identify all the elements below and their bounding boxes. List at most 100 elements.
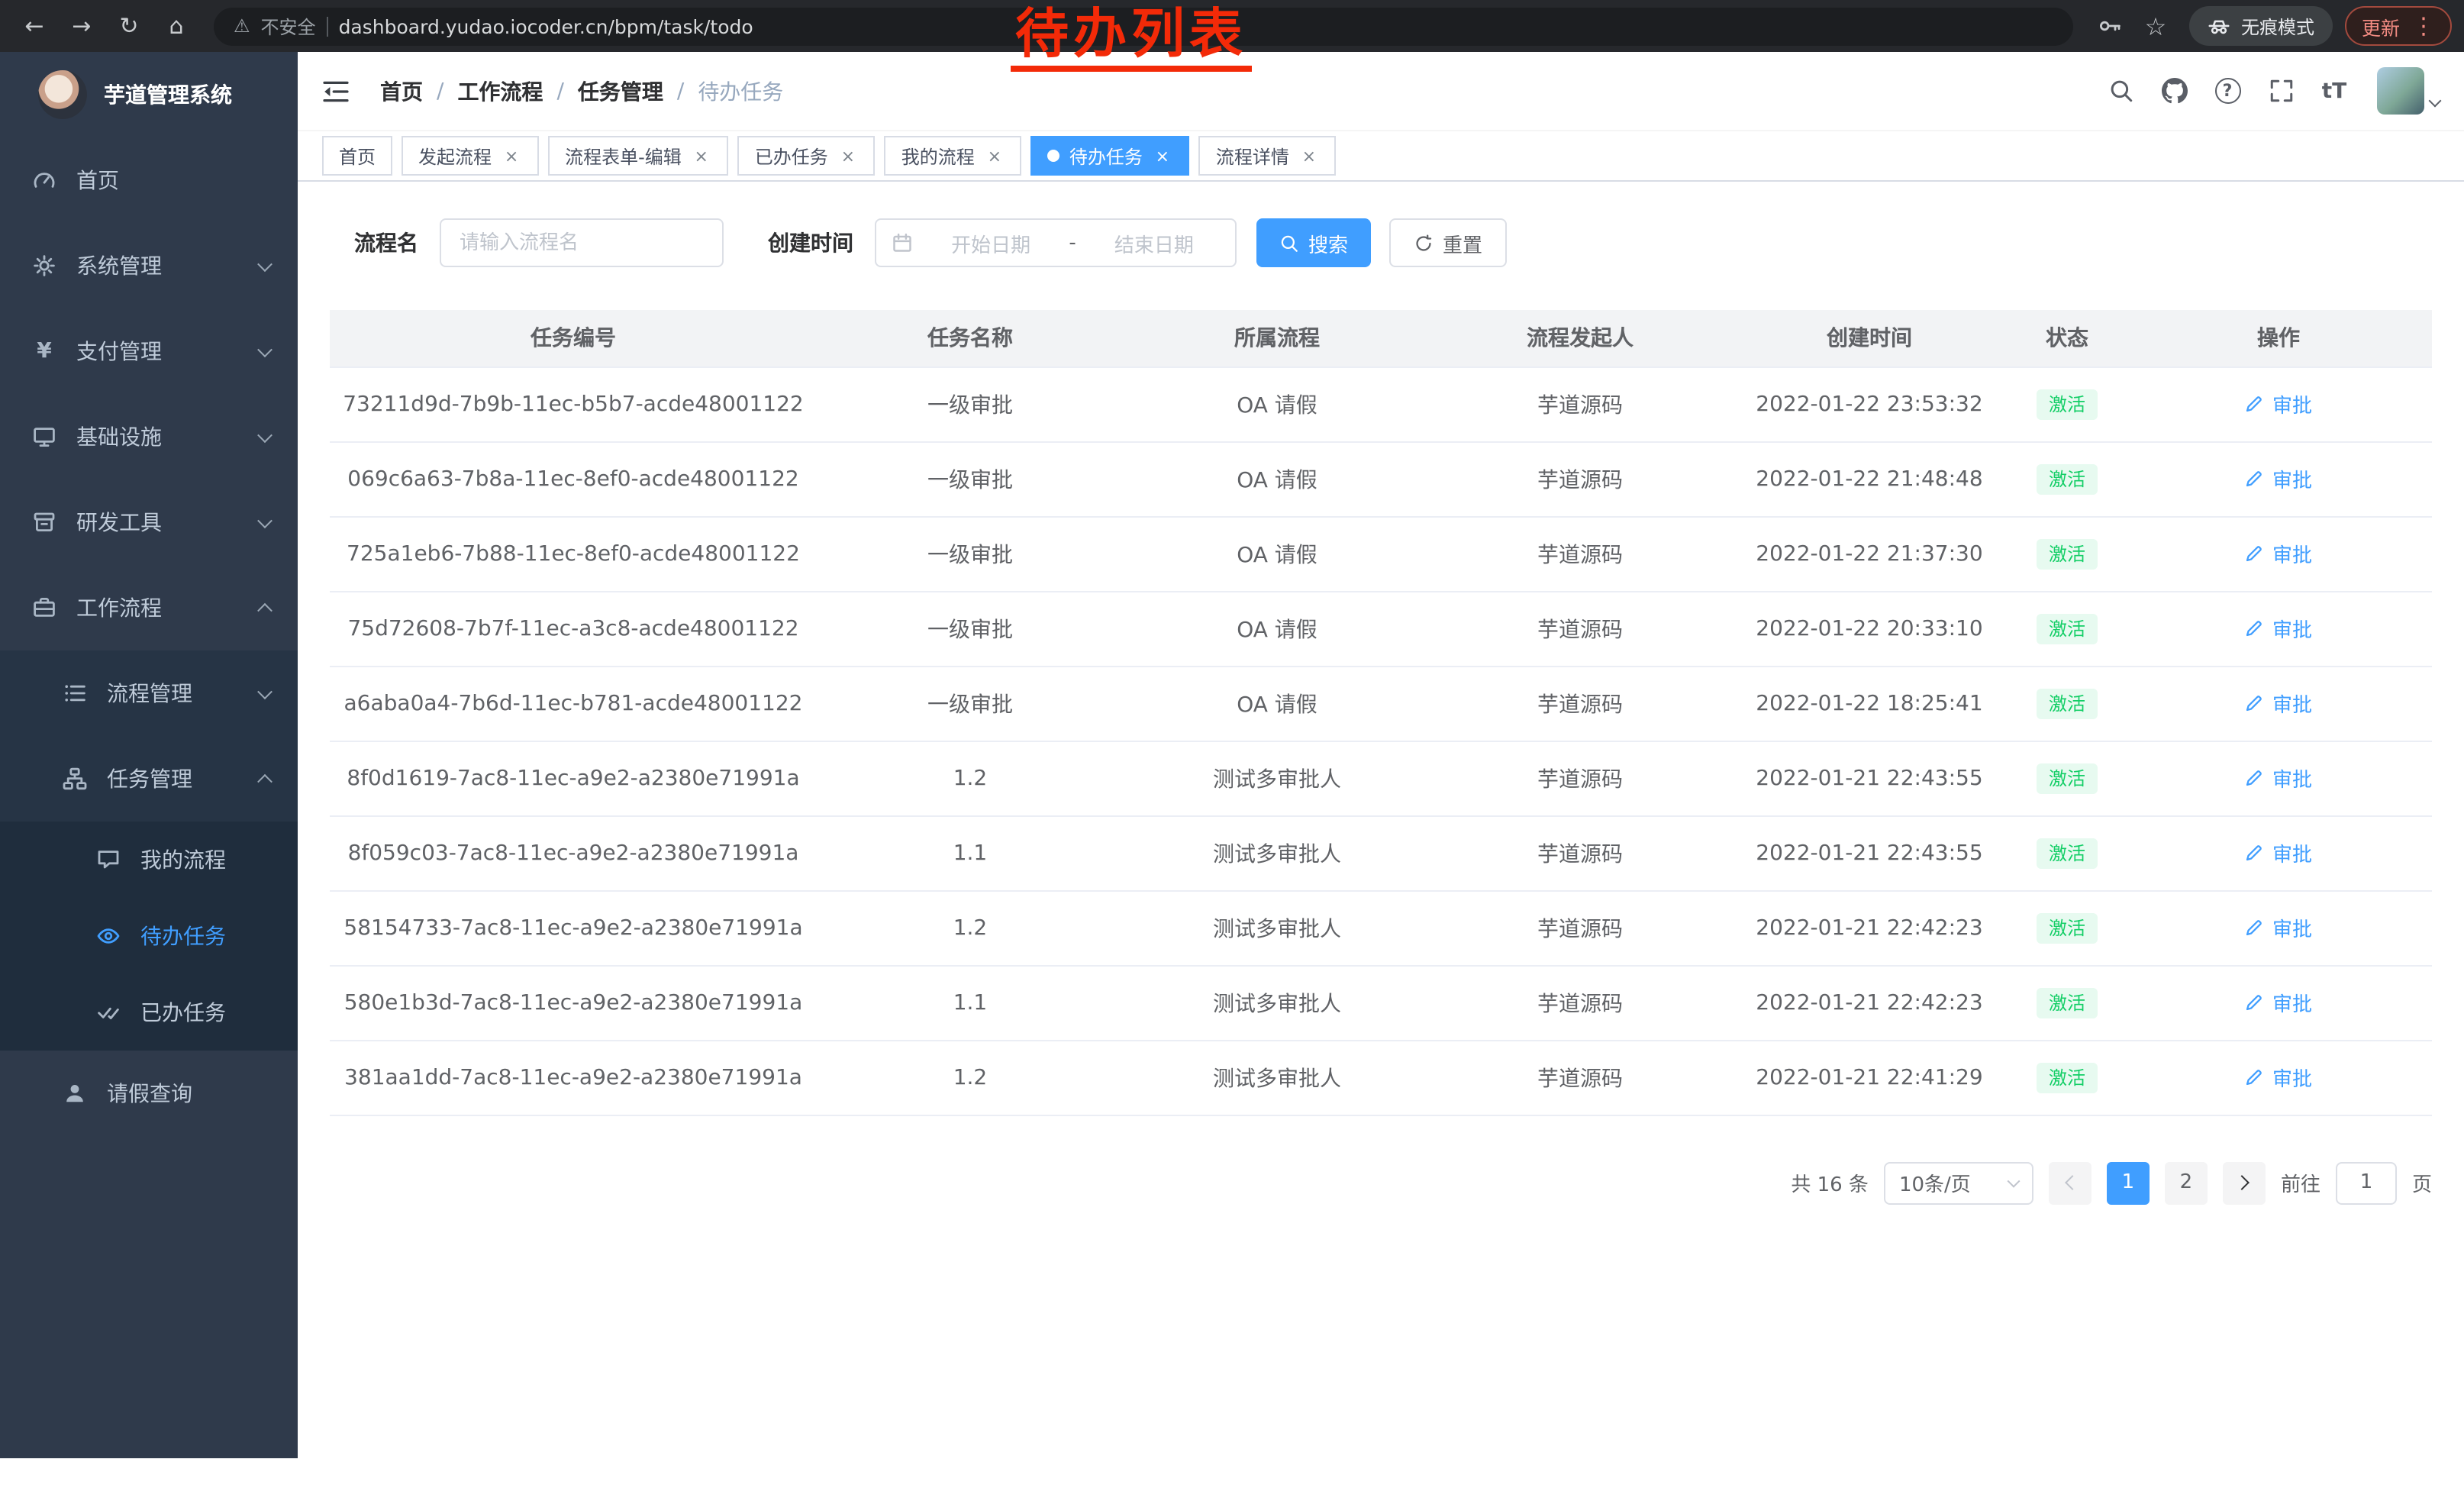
tab-my-process[interactable]: 我的流程 bbox=[885, 136, 1022, 176]
approve-link[interactable]: 审批 bbox=[2245, 613, 2312, 642]
date-range-picker[interactable]: 开始日期 - 结束日期 bbox=[875, 218, 1237, 267]
breadcrumb-item[interactable]: 工作流程 bbox=[457, 76, 543, 106]
edit-icon bbox=[2245, 468, 2265, 488]
avatar[interactable] bbox=[2377, 67, 2424, 115]
next-page-button[interactable] bbox=[2223, 1161, 2266, 1204]
bottom-strip bbox=[0, 1458, 2464, 1501]
status-badge: 激活 bbox=[2037, 463, 2098, 494]
sidebar-item-system[interactable]: 系统管理 bbox=[0, 223, 298, 308]
status-badge: 激活 bbox=[2037, 1062, 2098, 1093]
browser-home-icon[interactable] bbox=[154, 4, 198, 48]
sidebar-item-process-mgmt[interactable]: 流程管理 bbox=[0, 650, 298, 736]
table-row: 8f0d1619-7ac8-11ec-a9e2-a2380e71991a 1.2… bbox=[330, 741, 2432, 815]
breadcrumb-item[interactable]: 首页 bbox=[380, 76, 423, 106]
sidebar-item-todo-tasks[interactable]: 待办任务 bbox=[0, 898, 298, 974]
tab-todo-tasks[interactable]: 待办任务 bbox=[1031, 136, 1190, 176]
search-icon[interactable] bbox=[2101, 71, 2140, 111]
task-id-cell: 73211d9d-7b9b-11ec-b5b7-acde48001122 bbox=[330, 366, 817, 441]
github-icon[interactable] bbox=[2154, 71, 2194, 111]
approve-link[interactable]: 审批 bbox=[2245, 389, 2312, 418]
sidebar-item-my-process[interactable]: 我的流程 bbox=[0, 822, 298, 898]
approve-link[interactable]: 审批 bbox=[2245, 688, 2312, 717]
approve-link[interactable]: 审批 bbox=[2245, 987, 2312, 1016]
approve-link[interactable]: 审批 bbox=[2245, 912, 2312, 941]
user-menu[interactable] bbox=[2377, 67, 2440, 115]
sidebar-item-leave-query[interactable]: 请假查询 bbox=[0, 1051, 298, 1136]
tab-process-detail[interactable]: 流程详情 bbox=[1199, 136, 1337, 176]
font-size-icon[interactable] bbox=[2314, 71, 2354, 111]
chevron-down-icon bbox=[257, 256, 273, 271]
help-icon[interactable] bbox=[2208, 71, 2247, 111]
chevron-down-icon bbox=[257, 427, 273, 442]
briefcase-icon bbox=[31, 596, 58, 620]
breadcrumb-item[interactable]: 任务管理 bbox=[578, 76, 663, 106]
sidebar-item-devtools[interactable]: 研发工具 bbox=[0, 479, 298, 565]
bookmark-star-icon[interactable] bbox=[2134, 5, 2177, 47]
incognito-label: 无痕模式 bbox=[2241, 13, 2314, 39]
yen-icon: ¥ bbox=[31, 339, 58, 363]
browser-update-button[interactable]: 更新 bbox=[2345, 6, 2452, 46]
goto-page-input[interactable] bbox=[2336, 1161, 2397, 1204]
close-icon[interactable] bbox=[501, 145, 522, 166]
sidebar-item-payment[interactable]: ¥ 支付管理 bbox=[0, 308, 298, 394]
sidebar-item-label: 请假查询 bbox=[107, 1078, 192, 1109]
page-button-2[interactable]: 2 bbox=[2165, 1161, 2208, 1204]
password-key-icon[interactable] bbox=[2088, 5, 2131, 47]
table-header-row: 任务编号任务名称所属流程流程发起人创建时间状态操作 bbox=[330, 310, 2432, 366]
search-button[interactable]: 搜索 bbox=[1256, 218, 1371, 267]
tab-done-tasks[interactable]: 已办任务 bbox=[738, 136, 876, 176]
app-logo[interactable]: 芋道管理系统 bbox=[0, 52, 298, 137]
sidebar-item-infra[interactable]: 基础设施 bbox=[0, 394, 298, 479]
sidebar-item-task-mgmt[interactable]: 任务管理 bbox=[0, 736, 298, 822]
approve-link[interactable]: 审批 bbox=[2245, 763, 2312, 792]
reset-button[interactable]: 重置 bbox=[1389, 218, 1507, 267]
browser-menu-icon[interactable] bbox=[2412, 12, 2435, 40]
create-time-cell: 2022-01-22 21:37:30 bbox=[1730, 516, 2009, 591]
sidebar-item-home[interactable]: 首页 bbox=[0, 137, 298, 223]
process-cell: OA 请假 bbox=[1124, 666, 1430, 741]
tab-start-process[interactable]: 发起流程 bbox=[402, 136, 539, 176]
approve-label: 审批 bbox=[2272, 912, 2312, 941]
initiator-cell: 芋道源码 bbox=[1430, 516, 1730, 591]
edit-icon bbox=[2245, 692, 2265, 712]
page-button-1[interactable]: 1 bbox=[2107, 1161, 2150, 1204]
browser-back-icon[interactable] bbox=[12, 4, 56, 48]
sidebar-item-workflow[interactable]: 工作流程 bbox=[0, 565, 298, 650]
close-icon[interactable] bbox=[1298, 145, 1320, 166]
column-header: 创建时间 bbox=[1730, 310, 2009, 366]
approve-link[interactable]: 审批 bbox=[2245, 1062, 2312, 1091]
prev-page-button[interactable] bbox=[2049, 1161, 2091, 1204]
create-time-cell: 2022-01-22 20:33:10 bbox=[1730, 591, 2009, 666]
monitor-icon bbox=[31, 424, 58, 449]
close-icon[interactable] bbox=[837, 145, 859, 166]
sidebar-collapse-icon[interactable] bbox=[322, 74, 356, 108]
close-icon[interactable] bbox=[691, 145, 712, 166]
page-size-select[interactable]: 10条/页 bbox=[1884, 1161, 2033, 1204]
status-badge: 激活 bbox=[2037, 987, 2098, 1018]
task-name-cell: 1.1 bbox=[817, 815, 1124, 890]
browser-forward-icon[interactable] bbox=[60, 4, 104, 48]
approve-link[interactable]: 审批 bbox=[2245, 838, 2312, 867]
close-icon[interactable] bbox=[1152, 145, 1173, 166]
org-tree-icon bbox=[61, 767, 89, 791]
tab-home[interactable]: 首页 bbox=[322, 136, 392, 176]
sidebar-item-label: 首页 bbox=[76, 165, 119, 195]
not-secure-icon bbox=[234, 15, 250, 37]
approve-link[interactable]: 审批 bbox=[2245, 463, 2312, 492]
action-cell: 审批 bbox=[2125, 890, 2432, 965]
approve-link[interactable]: 审批 bbox=[2245, 538, 2312, 567]
chat-bubble-icon bbox=[95, 847, 122, 872]
sidebar-item-done-tasks[interactable]: 已办任务 bbox=[0, 974, 298, 1051]
close-icon[interactable] bbox=[984, 145, 1005, 166]
browser-reload-icon[interactable] bbox=[107, 4, 151, 48]
chevron-up-icon bbox=[257, 602, 273, 618]
edit-icon bbox=[2245, 543, 2265, 563]
navbar-actions bbox=[2101, 67, 2440, 115]
tab-form-edit[interactable]: 流程表单-编辑 bbox=[548, 136, 729, 176]
process-cell: OA 请假 bbox=[1124, 366, 1430, 441]
status-cell: 激活 bbox=[2009, 516, 2125, 591]
initiator-cell: 芋道源码 bbox=[1430, 890, 1730, 965]
process-name-input[interactable] bbox=[440, 218, 724, 267]
status-badge: 激活 bbox=[2037, 613, 2098, 644]
fullscreen-icon[interactable] bbox=[2261, 71, 2301, 111]
